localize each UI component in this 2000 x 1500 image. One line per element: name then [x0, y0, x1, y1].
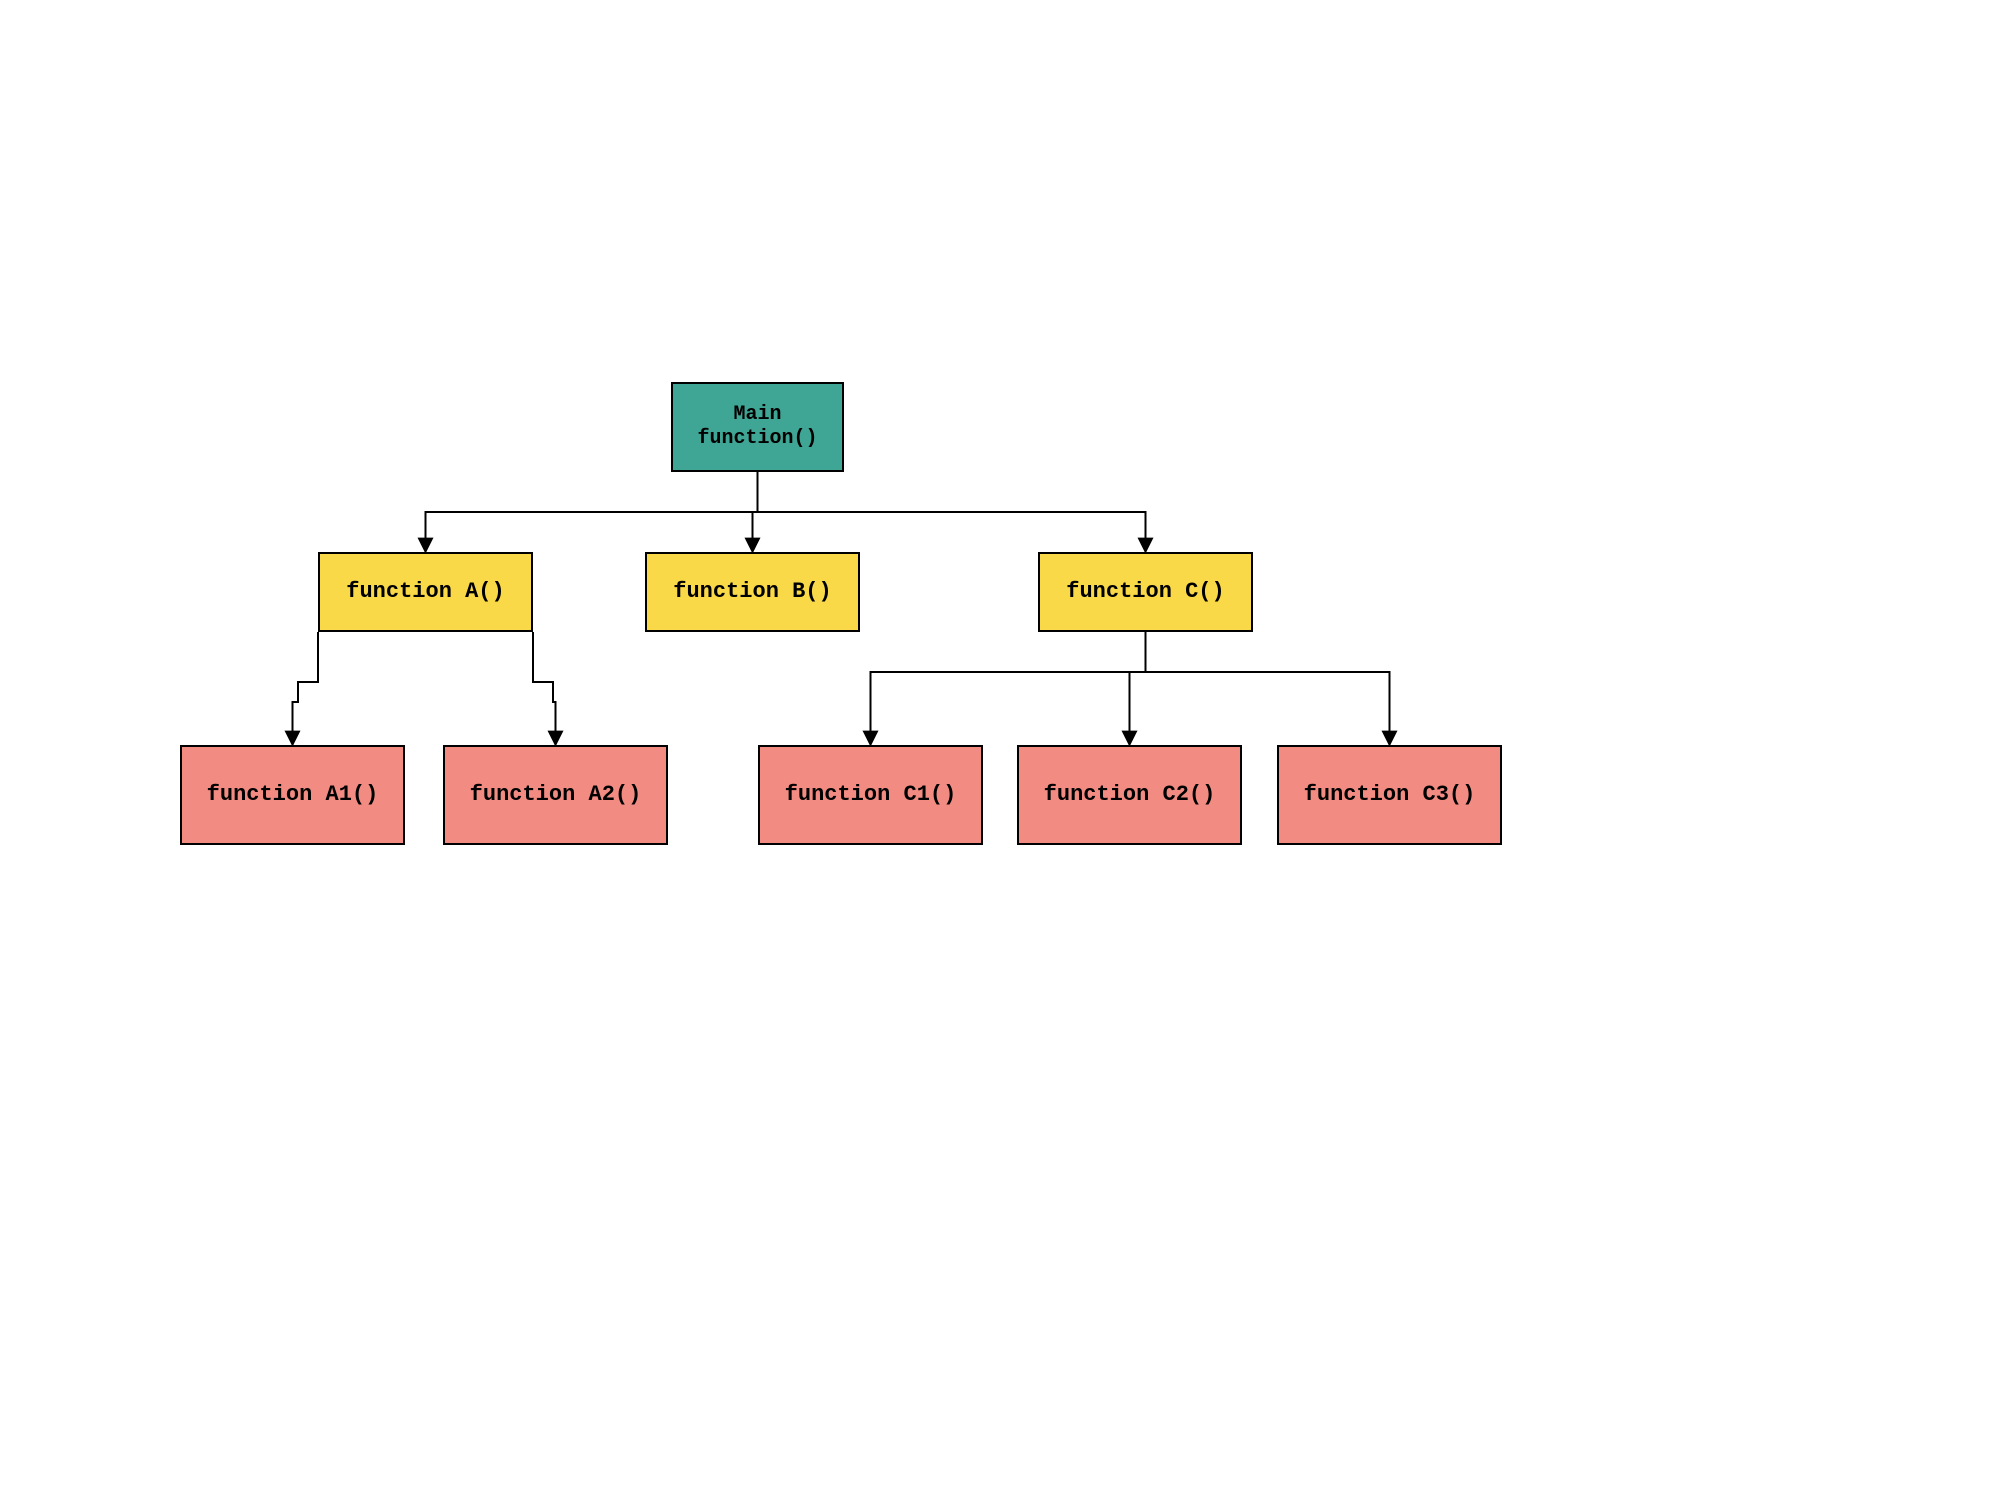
node-a-label: function A()	[346, 579, 504, 605]
node-a2-label: function A2()	[470, 782, 642, 808]
node-c2-label: function C2()	[1044, 782, 1216, 808]
edge-A-A2	[533, 632, 556, 745]
node-c2: function C2()	[1017, 745, 1242, 845]
edge-main-B	[753, 472, 758, 552]
node-b-label: function B()	[673, 579, 831, 605]
edge-C-C1	[871, 632, 1146, 745]
node-a2: function A2()	[443, 745, 668, 845]
node-c3: function C3()	[1277, 745, 1502, 845]
node-b: function B()	[645, 552, 860, 632]
diagram-canvas: Main function() function A() function B(…	[0, 0, 2000, 1500]
edge-C-C2	[1130, 632, 1146, 745]
node-c-label: function C()	[1066, 579, 1224, 605]
edge-A-A1	[293, 632, 319, 745]
node-main-label: Main function()	[697, 403, 817, 451]
node-c: function C()	[1038, 552, 1253, 632]
node-a: function A()	[318, 552, 533, 632]
node-a1: function A1()	[180, 745, 405, 845]
node-c1: function C1()	[758, 745, 983, 845]
node-c3-label: function C3()	[1304, 782, 1476, 808]
node-main: Main function()	[671, 382, 844, 472]
node-c1-label: function C1()	[785, 782, 957, 808]
edge-main-C	[758, 472, 1146, 552]
edge-main-A	[426, 472, 758, 552]
node-a1-label: function A1()	[207, 782, 379, 808]
edge-C-C3	[1146, 632, 1390, 745]
